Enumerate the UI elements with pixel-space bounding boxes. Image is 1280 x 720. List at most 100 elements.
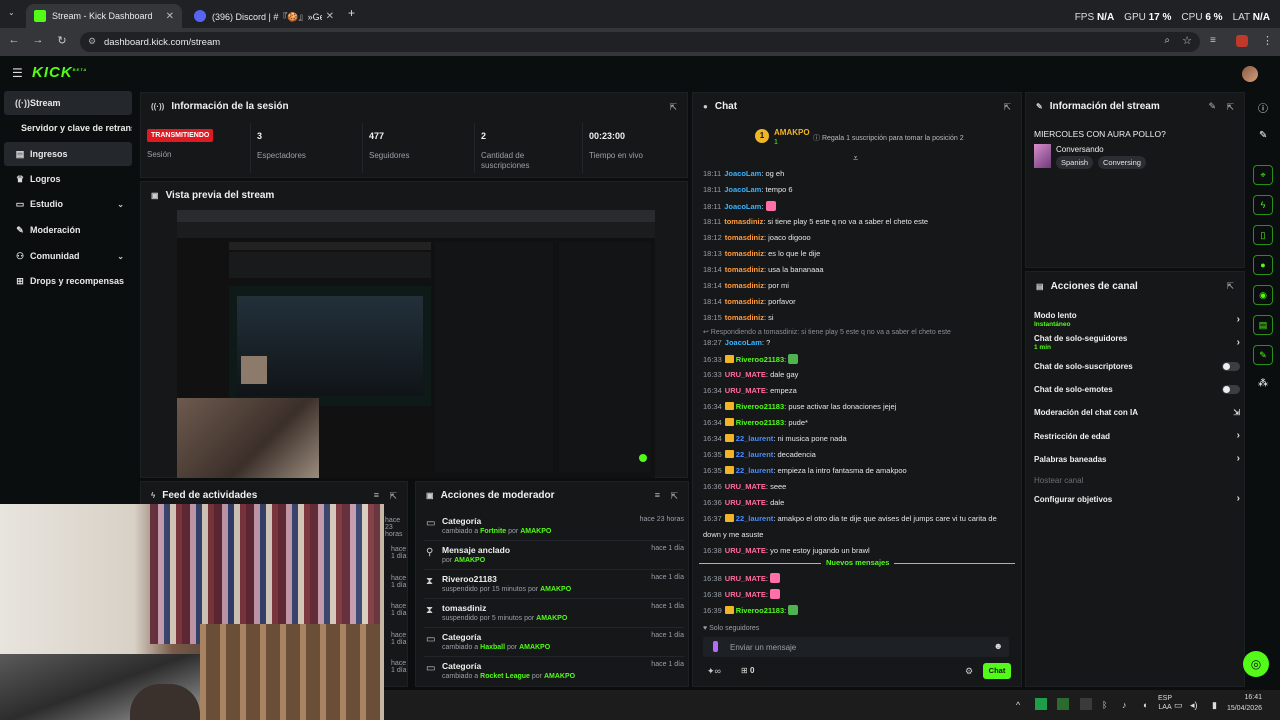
chat-message[interactable]: 16:33 Riveroo21183: bbox=[703, 354, 1015, 364]
chat-message[interactable]: down y me asuste bbox=[703, 530, 1015, 539]
chat-message[interactable]: 18:11 tomasdiniz: si tiene play 5 este q … bbox=[703, 217, 1015, 226]
message-username[interactable]: Riveroo21183 bbox=[736, 606, 784, 615]
chat-message[interactable]: 18:12 tomasdiniz: joaco digooo bbox=[703, 233, 1015, 242]
back-icon[interactable]: ← bbox=[6, 34, 22, 46]
chat-message[interactable]: 16:35 22_laurent: decadencia bbox=[703, 450, 1015, 459]
site-info-icon[interactable]: ⚙ bbox=[88, 36, 96, 47]
app-tray-icon[interactable] bbox=[1080, 698, 1092, 710]
message-username[interactable]: URU_MATE bbox=[725, 482, 766, 491]
url-input[interactable]: ⚙ dashboard.kick.com/stream ⌕ ☆ bbox=[80, 32, 1200, 52]
sidebar-item-estudio[interactable]: ▭ Estudio ⌄ bbox=[4, 192, 132, 216]
sidebar-item-comunidad[interactable]: ⚇ Comunidad ⌄ bbox=[4, 244, 132, 268]
chat-message[interactable]: 18:11 JoacoLam: tempo 6 bbox=[703, 185, 1015, 194]
help-chat-icon[interactable]: ◎ bbox=[1243, 651, 1269, 677]
list-item[interactable]: ▭ Categoría cambiado a Haxball por AMAKP… bbox=[424, 628, 684, 657]
category-name[interactable]: Conversando bbox=[1056, 145, 1104, 154]
message-username[interactable]: URU_MATE bbox=[725, 590, 766, 599]
sidebar-item-ingresos[interactable]: ▤ Ingresos bbox=[4, 142, 132, 166]
network-icon[interactable]: ▭ bbox=[1174, 700, 1183, 711]
zoom-icon[interactable]: ⌕ bbox=[1164, 35, 1170, 46]
list-item[interactable]: ⧗ tomasdiniz suspendido por 5 minutos po… bbox=[424, 599, 684, 628]
channel-action-row[interactable]: Restricción de edad › bbox=[1034, 430, 1240, 441]
message-username[interactable]: tomasdiniz bbox=[725, 233, 764, 242]
message-username[interactable]: 22_laurent bbox=[736, 466, 774, 475]
microphone-icon[interactable]: ♪ bbox=[1122, 700, 1127, 710]
volume-icon[interactable]: ◖ bbox=[1142, 700, 1147, 710]
tab-search-icon[interactable]: ⌄ bbox=[8, 8, 15, 17]
speaker-icon[interactable]: ◂) bbox=[1190, 700, 1198, 711]
message-username[interactable]: JoacoLam bbox=[724, 169, 761, 178]
channel-action-row[interactable]: Configurar objetivos › bbox=[1034, 493, 1240, 504]
list-item[interactable]: ⚲ Mensaje anclado por AMAKPO hace 1 día bbox=[424, 541, 684, 570]
tab-discord[interactable]: (396) Discord | #『🍪』»Genera ✕ bbox=[186, 4, 342, 28]
message-username[interactable]: 22_laurent bbox=[736, 514, 774, 523]
message-username[interactable]: URU_MATE bbox=[725, 546, 766, 555]
list-item[interactable]: ▭ Categoría cambiado a Fortnite por AMAK… bbox=[424, 512, 684, 541]
language-indicator[interactable]: ESP LAA bbox=[1158, 694, 1172, 712]
chat-message[interactable]: 16:36 URU_MATE: dale bbox=[703, 498, 1015, 507]
filter-icon[interactable]: ≡ bbox=[374, 490, 379, 500]
collapse-icon[interactable]: ⩡ bbox=[853, 153, 858, 164]
message-username[interactable]: Riveroo21183 bbox=[736, 355, 784, 364]
chat-bubble-icon[interactable]: ● bbox=[1253, 255, 1273, 275]
camera-icon[interactable]: ⌖ bbox=[1253, 165, 1273, 185]
chat-message[interactable]: 16:38 URU_MATE: bbox=[703, 573, 1015, 583]
chat-input[interactable]: Enviar un mensaje ☻ bbox=[703, 637, 1009, 657]
menu-dots-icon[interactable]: ⋮ bbox=[1262, 34, 1273, 47]
pencil-icon[interactable]: ✎ bbox=[1259, 130, 1267, 141]
sidebar-item-logros[interactable]: ♛ Logros bbox=[4, 167, 132, 191]
close-icon[interactable]: ✕ bbox=[166, 11, 174, 22]
reload-icon[interactable]: ↻ bbox=[54, 34, 70, 47]
tag-chip[interactable]: Conversing bbox=[1098, 156, 1146, 169]
popout-icon[interactable]: ⇱ bbox=[1003, 102, 1011, 113]
message-username[interactable]: JoacoLam bbox=[724, 202, 761, 211]
chat-message[interactable]: 18:14 tomasdiniz: porfavor bbox=[703, 297, 1015, 306]
app-tray-icon[interactable] bbox=[1057, 698, 1069, 710]
emote-picker-icon[interactable] bbox=[713, 641, 718, 652]
message-username[interactable]: tomasdiniz bbox=[725, 249, 764, 258]
chat-message[interactable]: 18:13 tomasdiniz: es lo que le dije bbox=[703, 249, 1015, 258]
message-username[interactable]: URU_MATE bbox=[725, 386, 766, 395]
message-username[interactable]: JoacoLam bbox=[724, 185, 761, 194]
edit-icon[interactable]: ✎ bbox=[1208, 101, 1216, 112]
close-icon[interactable]: ✕ bbox=[326, 11, 334, 22]
chat-message[interactable]: 16:38 URU_MATE: bbox=[703, 589, 1015, 599]
share-icon[interactable]: ⁂ bbox=[1258, 378, 1268, 389]
chat-message[interactable]: 18:11 JoacoLam: og eh bbox=[703, 169, 1015, 178]
media-icon[interactable]: ≡ bbox=[1210, 35, 1216, 46]
message-username[interactable]: URU_MATE bbox=[725, 370, 766, 379]
gift-cta[interactable]: ⓘ Regala 1 suscripción para tomar la pos… bbox=[813, 133, 964, 143]
message-username[interactable]: tomasdiniz bbox=[725, 297, 764, 306]
sidebar-item-drops[interactable]: ⊞ Drops y recompensas bbox=[4, 269, 132, 293]
bookmark-star-icon[interactable]: ☆ bbox=[1182, 34, 1192, 47]
message-username[interactable]: tomasdiniz bbox=[725, 313, 764, 322]
channel-action-row[interactable]: Moderación del chat con IA ⇲ bbox=[1034, 408, 1240, 417]
tag-chip[interactable]: Spanish bbox=[1056, 156, 1094, 169]
sidebar-item-moderacion[interactable]: ✎ Moderación bbox=[4, 218, 132, 242]
tray-expand-icon[interactable]: ^ bbox=[1016, 700, 1020, 710]
chat-message[interactable]: 16:34 Riveroo21183: pude* bbox=[703, 418, 1015, 427]
clipboard-icon[interactable]: ▯ bbox=[1253, 225, 1273, 245]
channel-action-row[interactable]: Chat de solo-suscriptores bbox=[1034, 362, 1240, 371]
chat-message[interactable]: 16:34 URU_MATE: empeza bbox=[703, 386, 1015, 395]
channel-action-row[interactable]: Modo lento Instantáneo › bbox=[1034, 311, 1240, 328]
chat-message[interactable]: 16:37 22_laurent: amakpo el otro dia te d… bbox=[703, 514, 1015, 523]
emoji-icon[interactable]: ☻ bbox=[994, 641, 1003, 651]
channel-action-row[interactable]: Chat de solo-seguidores 1 min › bbox=[1034, 334, 1240, 351]
message-username[interactable]: Riveroo21183 bbox=[736, 402, 784, 411]
chat-settings-icon[interactable]: ⚙ bbox=[965, 666, 973, 677]
toggle-switch[interactable] bbox=[1222, 362, 1240, 371]
sidebar-item-stream[interactable]: ((·)) Stream bbox=[4, 91, 132, 115]
popout-icon[interactable]: ⇱ bbox=[1226, 102, 1234, 113]
popout-icon[interactable]: ⇱ bbox=[1226, 281, 1234, 292]
list-item[interactable]: ⧗ Riveroo21183 suspendido por 15 minutos… bbox=[424, 570, 684, 599]
wrench-icon[interactable]: ✎ bbox=[1253, 345, 1273, 365]
popout-icon[interactable]: ⇱ bbox=[669, 102, 677, 113]
chat-message[interactable]: 18:11 JoacoLam: bbox=[703, 201, 1015, 211]
avatar[interactable] bbox=[1242, 66, 1258, 82]
message-username[interactable]: tomasdiniz bbox=[724, 217, 763, 226]
hamburger-menu-icon[interactable]: ☰ bbox=[12, 66, 23, 80]
info-icon[interactable]: ⓘ bbox=[1258, 100, 1268, 115]
message-username[interactable]: URU_MATE bbox=[725, 574, 766, 583]
message-username[interactable]: JoacoLam bbox=[725, 338, 762, 347]
